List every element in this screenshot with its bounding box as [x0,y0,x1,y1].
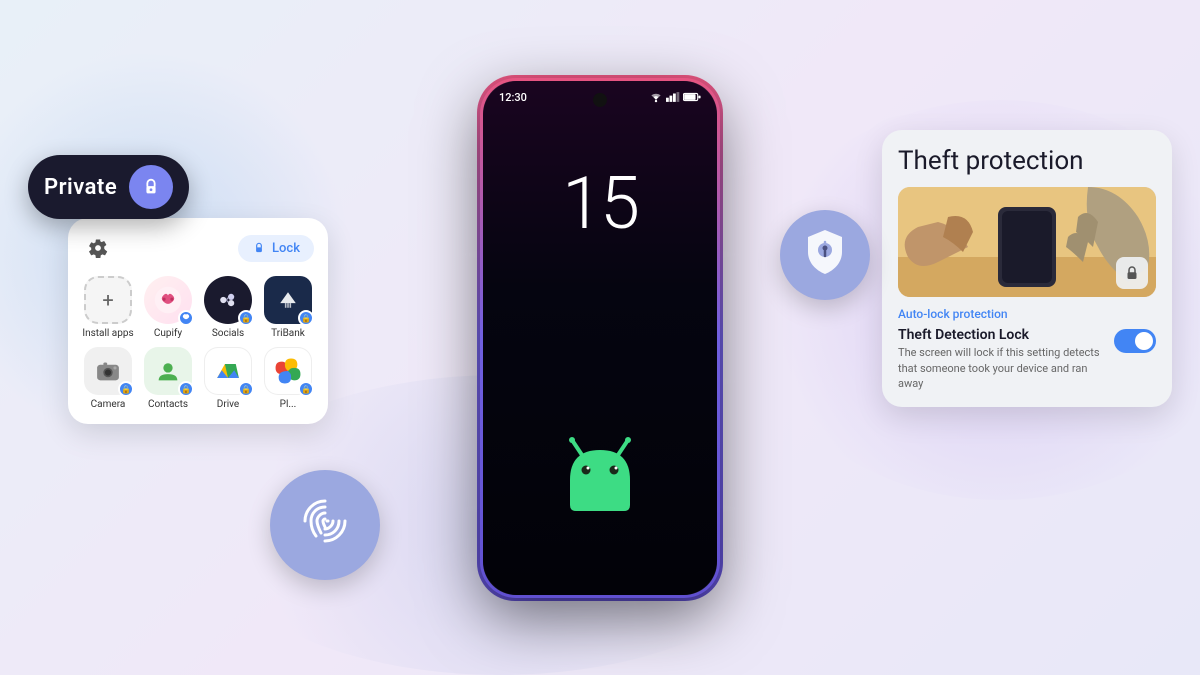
app-grid: + Install apps Cupify [82,276,314,410]
phone-time: 12:30 [499,91,527,104]
app-drawer: Lock + Install apps Cupify [68,218,328,424]
app-item-camera[interactable]: 🔒 Camera [82,347,134,410]
fingerprint-bubble [270,470,380,580]
wifi-icon [649,91,663,103]
theft-image-lock-icon [1116,257,1148,289]
lock-button[interactable]: Lock [238,235,314,262]
phone-number: 15 [562,161,638,246]
private-lock-button[interactable] [129,165,173,209]
theft-detection-toggle[interactable]: ✓ [1114,329,1156,353]
install-apps-label: Install apps [82,328,133,339]
signal-icon [666,91,680,103]
tribank-badge: 🔒 [298,310,314,326]
tribank-icon: 🔒 [264,276,312,324]
auto-lock-label: Auto-lock protection [898,307,1156,321]
gear-button[interactable] [82,232,114,264]
drive-icon: 🔒 [204,347,252,395]
lock-label: Lock [272,241,300,256]
cupify-badge [178,310,194,326]
photos-icon: 🔒 [264,347,312,395]
app-item-install[interactable]: + Install apps [82,276,134,339]
theft-image [898,187,1156,297]
camera-icon: 🔒 [84,347,132,395]
app-item-contacts[interactable]: 🔒 Contacts [142,347,194,410]
shield-icon [800,226,850,284]
fingerprint-icon [295,491,355,560]
theft-detection-title: Theft Detection Lock [898,327,1104,343]
phone-screen: 12:30 [483,81,717,595]
app-item-cupify[interactable]: Cupify [142,276,194,339]
app-item-socials[interactable]: 🔒 Socials [202,276,254,339]
cupify-label: Cupify [154,328,182,339]
private-label: Private [44,175,117,200]
status-icons [649,91,701,103]
theft-title: Theft protection [898,146,1156,177]
photos-label: Pl... [280,399,297,410]
phone-notch [593,93,607,107]
shield-bubble [780,210,870,300]
app-item-photos[interactable]: 🔒 Pl... [262,347,314,410]
drive-badge: 🔒 [238,381,254,397]
theft-card: Theft protection Auto-lock protection [882,130,1172,407]
install-apps-icon: + [84,276,132,324]
contacts-label: Contacts [148,399,188,410]
tribank-label: TriBank [271,328,305,339]
theft-detection-text: Theft Detection Lock The screen will loc… [898,327,1104,391]
android-mascot [550,435,650,515]
private-pill[interactable]: Private [28,155,189,219]
cupify-icon [144,276,192,324]
app-drawer-header: Lock [82,232,314,264]
contacts-icon: 🔒 [144,347,192,395]
app-item-tribank[interactable]: 🔒 TriBank [262,276,314,339]
socials-label: Socials [212,328,244,339]
camera-badge: 🔒 [118,381,134,397]
theft-detection-desc: The screen will lock if this setting det… [898,345,1104,391]
theft-detection-row: Theft Detection Lock The screen will loc… [898,327,1156,391]
gear-icon [88,238,108,258]
socials-badge: 🔒 [238,310,254,326]
photos-badge: 🔒 [298,381,314,397]
camera-label: Camera [91,399,126,410]
battery-icon [683,92,701,102]
lock-small-icon [252,241,266,255]
lock-icon [140,176,162,198]
phone-container: 12:30 [480,78,720,598]
app-item-drive[interactable]: 🔒 Drive [202,347,254,410]
toggle-check-icon: ✓ [1142,335,1151,348]
phone-body: 12:30 [480,78,720,598]
drive-label: Drive [217,399,239,410]
contacts-badge: 🔒 [178,381,194,397]
socials-icon: 🔒 [204,276,252,324]
